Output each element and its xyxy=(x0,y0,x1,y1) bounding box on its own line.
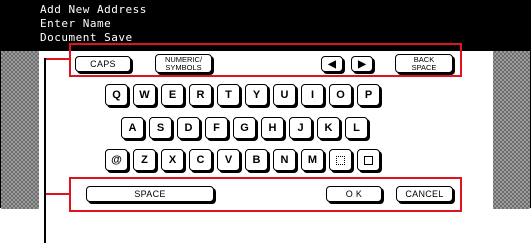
ok-button[interactable]: O K xyxy=(326,186,382,202)
right-pattern-panel xyxy=(491,51,530,209)
key-z[interactable]: Z xyxy=(133,149,156,171)
name-entry-field: Document Save xyxy=(40,31,133,44)
cursor-left-button[interactable]: ◀ xyxy=(321,56,343,72)
space-label: SPACE xyxy=(411,62,437,72)
key-i[interactable]: I xyxy=(301,84,324,106)
left-pattern-panel xyxy=(1,51,40,209)
key-o[interactable]: O xyxy=(329,84,352,106)
key-h[interactable]: H xyxy=(261,117,284,139)
key-e[interactable]: E xyxy=(161,84,184,106)
lcd-panel: Add New Address Enter Name Document Save… xyxy=(0,0,531,209)
space-button[interactable]: SPACE xyxy=(86,186,214,202)
key-blank-dotted[interactable] xyxy=(329,149,352,171)
key-c[interactable]: C xyxy=(189,149,212,171)
key-v[interactable]: V xyxy=(217,149,240,171)
key-blank-space[interactable] xyxy=(357,149,380,171)
keyboard-area: CAPS NUMERIC/ SYMBOLS ◀ ▶ BACK SPACE Q W… xyxy=(39,51,493,209)
key-m[interactable]: M xyxy=(301,149,324,171)
key-x[interactable]: X xyxy=(161,149,184,171)
key-g[interactable]: G xyxy=(233,117,256,139)
key-s[interactable]: S xyxy=(149,117,172,139)
key-a[interactable]: A xyxy=(121,117,144,139)
key-r[interactable]: R xyxy=(189,84,212,106)
header-title: Add New Address xyxy=(40,3,147,16)
square-icon xyxy=(364,155,373,165)
key-n[interactable]: N xyxy=(273,149,296,171)
header-bar: Add New Address Enter Name Document Save xyxy=(1,1,530,51)
cursor-right-button[interactable]: ▶ xyxy=(351,56,373,72)
key-b[interactable]: B xyxy=(245,149,268,171)
symbols-label: SYMBOLS xyxy=(165,62,202,72)
key-l[interactable]: L xyxy=(345,117,368,139)
key-f[interactable]: F xyxy=(205,117,228,139)
caps-button[interactable]: CAPS xyxy=(75,56,131,72)
key-t[interactable]: T xyxy=(217,84,240,106)
key-d[interactable]: D xyxy=(177,117,200,139)
numeric-symbols-button[interactable]: NUMERIC/ SYMBOLS xyxy=(155,54,212,73)
key-p[interactable]: P xyxy=(357,84,380,106)
back-space-button[interactable]: BACK SPACE xyxy=(395,54,453,73)
key-k[interactable]: K xyxy=(317,117,340,139)
key-q[interactable]: Q xyxy=(105,84,128,106)
header-prompt: Enter Name xyxy=(40,17,112,30)
dotted-square-icon xyxy=(336,155,345,165)
key-u[interactable]: U xyxy=(273,84,296,106)
key-j[interactable]: J xyxy=(289,117,312,139)
key-w[interactable]: W xyxy=(133,84,156,106)
key-y[interactable]: Y xyxy=(245,84,268,106)
cancel-button[interactable]: CANCEL xyxy=(396,186,453,202)
key-at[interactable]: @ xyxy=(105,149,128,171)
